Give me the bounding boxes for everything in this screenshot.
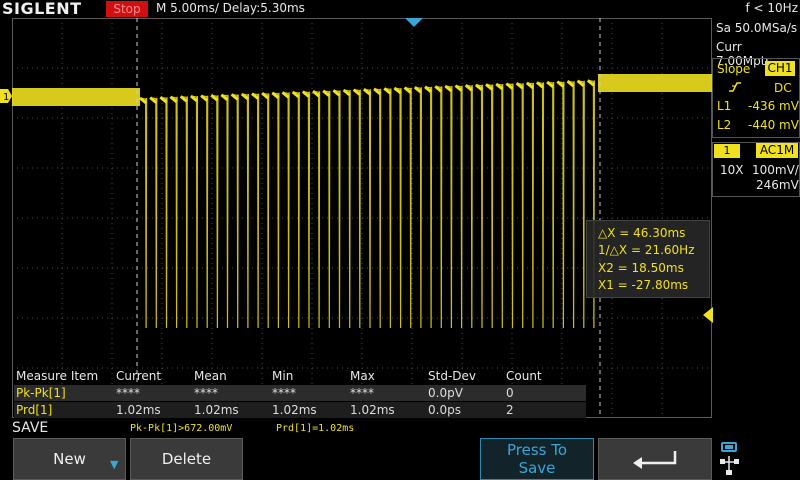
channel-coupling-badge: AC1M bbox=[756, 143, 798, 158]
ch1-offset-marker[interactable]: 1 bbox=[0, 89, 12, 103]
brand-logo: SIGLENT bbox=[2, 0, 82, 18]
trace-baseline-right bbox=[598, 74, 712, 92]
timebase-readout[interactable]: M 5.00ms/ Delay:5.30ms bbox=[156, 1, 305, 15]
menu-title: SAVE bbox=[12, 420, 49, 436]
measure-std-dev: 0.0pV bbox=[428, 386, 463, 400]
sample-rate-readout: Sa 50.0MSa/s bbox=[716, 21, 798, 35]
measure-current: 1.02ms bbox=[116, 403, 161, 417]
save-label: Save bbox=[518, 459, 556, 477]
measure-mean: 1.02ms bbox=[194, 403, 239, 417]
measure-min: **** bbox=[272, 386, 296, 400]
return-arrow-icon bbox=[633, 451, 677, 469]
trigger-type-label: Slope bbox=[717, 62, 751, 76]
measurement-header-row: Measure Item Current Mean Min Max Std-De… bbox=[14, 368, 586, 384]
cursor-delta-x: △X = 46.30ms bbox=[598, 226, 686, 240]
vertical-scale: 100mV/ bbox=[752, 163, 799, 177]
column-header: Mean bbox=[194, 369, 227, 383]
column-header: Measure Item bbox=[16, 369, 99, 383]
table-row[interactable]: Pk-Pk[1] **** **** **** **** 0.0pV 0 bbox=[14, 385, 586, 401]
trigger-level2-value: -440 mV bbox=[748, 118, 799, 132]
waveform-display[interactable] bbox=[12, 18, 712, 418]
measure-mean: **** bbox=[194, 386, 218, 400]
measure-item: Pk-Pk[1] bbox=[16, 386, 66, 400]
new-button[interactable]: New ▼ bbox=[13, 438, 126, 480]
delete-button[interactable]: Delete bbox=[130, 438, 243, 480]
cursor-inverse-delta-x: 1/△X = 21.60Hz bbox=[598, 243, 695, 257]
rising-slope-icon bbox=[729, 82, 741, 92]
measure-std-dev: 0.0ps bbox=[428, 403, 461, 417]
cursor-x2: X2 = 18.50ms bbox=[598, 261, 684, 275]
trigger-frequency-readout: f < 10Hz bbox=[745, 1, 799, 15]
press-to-label: Press To bbox=[506, 441, 568, 459]
column-header: Max bbox=[350, 369, 375, 383]
trigger-source-badge: CH1 bbox=[765, 61, 795, 76]
measure-max: **** bbox=[350, 386, 374, 400]
measure-count: 0 bbox=[506, 386, 514, 400]
trigger-level2-label: L2 bbox=[717, 118, 732, 132]
channel-number-badge: 1 bbox=[714, 144, 740, 158]
measure-max: 1.02ms bbox=[350, 403, 395, 417]
quick-measure-pkpk: Pk-Pk[1]>672.00mV bbox=[130, 423, 233, 434]
column-header: Current bbox=[116, 369, 162, 383]
trigger-coupling: DC bbox=[774, 81, 792, 95]
usb-network-icon bbox=[720, 442, 739, 475]
ch1-marker-label: 1 bbox=[3, 92, 9, 103]
column-header: Min bbox=[272, 369, 294, 383]
trigger-level-marker[interactable] bbox=[703, 307, 713, 323]
trigger-position-marker[interactable] bbox=[405, 18, 423, 28]
new-button-label: New bbox=[53, 450, 86, 468]
vertical-offset: 246mV bbox=[756, 178, 799, 192]
column-header: Std-Dev bbox=[428, 369, 476, 383]
down-arrow-icon: ▼ bbox=[110, 458, 119, 471]
trigger-level1-value: -436 mV bbox=[748, 99, 799, 113]
probe-attenuation: 10X bbox=[720, 163, 744, 177]
trace-baseline-left bbox=[12, 88, 140, 106]
measure-current: **** bbox=[116, 386, 140, 400]
return-button[interactable] bbox=[598, 438, 712, 480]
run-stop-indicator[interactable]: Stop bbox=[106, 1, 148, 17]
quick-measure-period: Prd[1]=1.02ms bbox=[276, 423, 355, 434]
column-header: Count bbox=[506, 369, 542, 383]
measure-item: Prd[1] bbox=[16, 403, 53, 417]
trigger-level1-label: L1 bbox=[717, 99, 732, 113]
press-to-save-button[interactable]: Press To Save bbox=[480, 438, 594, 480]
table-row[interactable]: Prd[1] 1.02ms 1.02ms 1.02ms 1.02ms 0.0ps… bbox=[14, 402, 586, 418]
measure-min: 1.02ms bbox=[272, 403, 317, 417]
cursor-x1: X1 = -27.80ms bbox=[598, 278, 689, 292]
measure-count: 2 bbox=[506, 403, 514, 417]
